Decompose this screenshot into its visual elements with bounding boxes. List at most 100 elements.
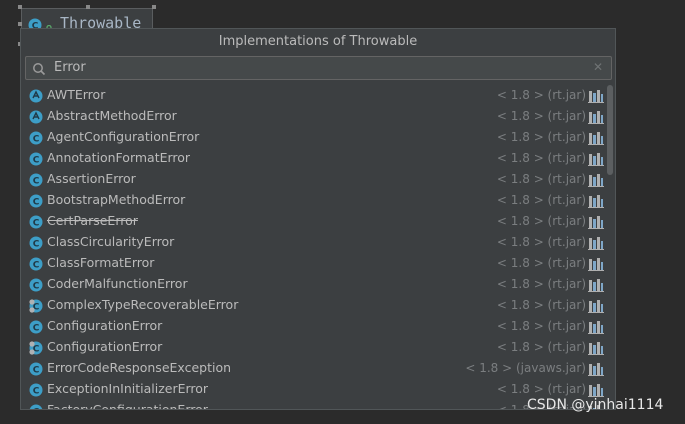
class-icon: C bbox=[29, 298, 43, 317]
item-name: ComplexTypeRecoverableError bbox=[47, 297, 239, 312]
list-item[interactable]: C ClassFormatError < 1.8 > (rt.jar) bbox=[21, 253, 606, 274]
svg-text:C: C bbox=[33, 282, 40, 292]
implementations-popup: Implementations of Throwable Error ✕ AWT… bbox=[20, 28, 616, 410]
item-location: < 1.8 > (rt.jar) bbox=[496, 109, 586, 123]
item-name: FactoryConfigurationError bbox=[47, 402, 208, 410]
item-location: < 1.8 > (rt.jar) bbox=[496, 235, 586, 249]
svg-text:C: C bbox=[33, 135, 40, 145]
class-icon: C bbox=[29, 361, 43, 380]
item-name: ClassFormatError bbox=[47, 255, 155, 270]
selection-handle bbox=[152, 5, 156, 9]
item-name: ExceptionInInitializerError bbox=[47, 381, 209, 396]
item-name: AWTError bbox=[47, 87, 106, 102]
list-item[interactable]: C ClassCircularityError < 1.8 > (rt.jar) bbox=[21, 232, 606, 253]
library-icon bbox=[588, 361, 604, 380]
list-item[interactable]: AWTError < 1.8 > (rt.jar) bbox=[21, 85, 606, 106]
list-item[interactable]: C ConfigurationError < 1.8 > (rt.jar) bbox=[21, 316, 606, 337]
class-icon: C bbox=[29, 193, 43, 212]
class-icon: C bbox=[29, 319, 43, 338]
list-item[interactable]: CFactoryConfigurationError< 1.8 > (rt.ja… bbox=[21, 400, 606, 411]
selection-handle bbox=[86, 5, 90, 9]
item-name: ConfigurationError bbox=[47, 318, 163, 333]
svg-text:C: C bbox=[33, 261, 40, 271]
item-name: AssertionError bbox=[47, 171, 136, 186]
watermark: CSDN @yinhai1114 bbox=[527, 397, 664, 413]
class-icon: C bbox=[29, 403, 43, 411]
library-icon bbox=[588, 256, 604, 275]
svg-text:C: C bbox=[33, 387, 40, 397]
class-icon: C bbox=[29, 151, 43, 170]
class-icon bbox=[29, 88, 43, 107]
class-icon: C bbox=[29, 172, 43, 191]
item-name: ErrorCodeResponseException bbox=[47, 360, 232, 375]
class-icon: C bbox=[29, 256, 43, 275]
list-item[interactable]: C CertParseError < 1.8 > (rt.jar) bbox=[21, 211, 606, 232]
item-name: AgentConfigurationError bbox=[47, 129, 200, 144]
item-name: ClassCircularityError bbox=[47, 234, 175, 249]
implementations-list: AWTError < 1.8 > (rt.jar) AbstractMethodEr… bbox=[21, 85, 606, 411]
class-icon: C bbox=[29, 130, 43, 149]
item-name: CertParseError bbox=[47, 213, 138, 228]
item-location: < 1.8 > (rt.jar) bbox=[496, 88, 586, 102]
class-icon: C bbox=[29, 277, 43, 296]
item-name: CoderMalfunctionError bbox=[47, 276, 188, 291]
item-location: < 1.8 > (rt.jar) bbox=[496, 130, 586, 144]
item-location: < 1.8 > (rt.jar) bbox=[496, 277, 586, 291]
list-item[interactable]: C ExceptionInInitializerError < 1.8 > (rt.… bbox=[21, 379, 606, 400]
close-icon[interactable]: ✕ bbox=[593, 60, 603, 74]
library-icon bbox=[588, 151, 604, 170]
class-icon: C bbox=[29, 214, 43, 233]
list-item[interactable]: C AgentConfigurationError < 1.8 > (rt.jar) bbox=[21, 127, 606, 148]
item-location: < 1.8 > (rt.jar) bbox=[496, 382, 586, 396]
library-icon bbox=[588, 340, 604, 359]
list-item[interactable]: C CoderMalfunctionError < 1.8 > (rt.jar) bbox=[21, 274, 606, 295]
scrollbar[interactable] bbox=[607, 85, 613, 175]
svg-text:C: C bbox=[33, 408, 40, 411]
library-icon bbox=[588, 277, 604, 296]
library-icon bbox=[588, 214, 604, 233]
svg-text:C: C bbox=[33, 324, 40, 334]
class-icon: C bbox=[29, 340, 43, 359]
item-location: < 1.8 > (rt.jar) bbox=[496, 193, 586, 207]
list-item[interactable]: AbstractMethodError < 1.8 > (rt.jar) bbox=[21, 106, 606, 127]
svg-text:C: C bbox=[33, 366, 40, 376]
library-icon bbox=[588, 193, 604, 212]
item-name: ConfigurationError bbox=[47, 339, 163, 354]
selection-handle bbox=[18, 22, 22, 26]
svg-text:C: C bbox=[33, 156, 40, 166]
search-icon bbox=[32, 61, 46, 80]
class-icon: C bbox=[29, 382, 43, 401]
item-location: < 1.8 > (rt.jar) bbox=[496, 151, 586, 165]
item-location: < 1.8 > (rt.jar) bbox=[496, 319, 586, 333]
library-icon bbox=[588, 235, 604, 254]
list-item[interactable]: C AssertionError < 1.8 > (rt.jar) bbox=[21, 169, 606, 190]
library-icon bbox=[588, 298, 604, 317]
selection-handle bbox=[18, 5, 22, 9]
class-icon: C bbox=[29, 235, 43, 254]
list-item[interactable]: C ComplexTypeRecoverableError < 1.8 > (rt.… bbox=[21, 295, 606, 316]
library-icon bbox=[588, 319, 604, 338]
library-icon bbox=[588, 130, 604, 149]
search-field[interactable]: Error ✕ bbox=[25, 56, 612, 80]
item-name: AbstractMethodError bbox=[47, 108, 177, 123]
library-icon bbox=[588, 172, 604, 191]
item-name: AnnotationFormatError bbox=[47, 150, 191, 165]
library-icon bbox=[588, 88, 604, 107]
item-location: < 1.8 > (javaws.jar) bbox=[465, 361, 586, 375]
item-location: < 1.8 > (rt.jar) bbox=[496, 172, 586, 186]
svg-text:C: C bbox=[33, 198, 40, 208]
list-item[interactable]: C AnnotationFormatError < 1.8 > (rt.jar) bbox=[21, 148, 606, 169]
list-item[interactable]: C ErrorCodeResponseException < 1.8 > (java… bbox=[21, 358, 606, 379]
library-icon bbox=[588, 109, 604, 128]
popup-title: Implementations of Throwable bbox=[218, 34, 418, 49]
list-item[interactable]: C BootstrapMethodError < 1.8 > (rt.jar) bbox=[21, 190, 606, 211]
class-icon bbox=[29, 109, 43, 128]
item-location: < 1.8 > (rt.jar) bbox=[496, 214, 586, 228]
svg-text:C: C bbox=[33, 240, 40, 250]
item-location: < 1.8 > (rt.jar) bbox=[496, 340, 586, 354]
search-input[interactable]: Error bbox=[54, 60, 86, 75]
svg-text:C: C bbox=[33, 219, 40, 229]
item-location: < 1.8 > (rt.jar) bbox=[496, 256, 586, 270]
item-location: < 1.8 > (rt.jar) bbox=[496, 298, 586, 312]
list-item[interactable]: C ConfigurationError < 1.8 > (rt.jar) bbox=[21, 337, 606, 358]
